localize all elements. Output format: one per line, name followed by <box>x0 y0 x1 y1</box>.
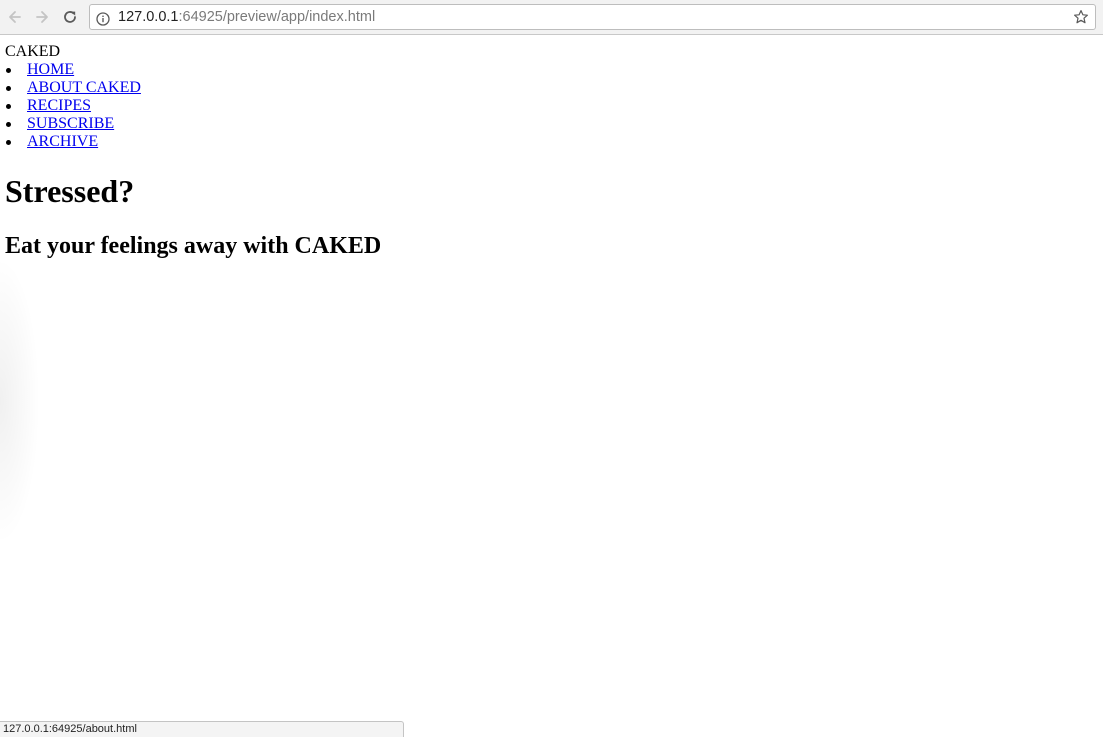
info-icon[interactable] <box>96 10 110 26</box>
url-host: 127.0.0.1 <box>118 9 179 25</box>
bullet-icon <box>6 104 11 109</box>
bullet-icon <box>6 140 11 145</box>
nav-link-home[interactable]: HOME <box>27 61 74 78</box>
url-path: :64925/preview/app/index.html <box>178 9 376 25</box>
nav-link-about[interactable]: ABOUT CAKED <box>27 79 141 96</box>
nav-item-recipes: RECIPES <box>5 97 141 115</box>
nav-item-home: HOME <box>5 61 141 79</box>
page-viewport: CAKED HOME ABOUT CAKED RECIPES SUBSCRIBE… <box>0 36 1103 737</box>
forward-button[interactable] <box>31 6 53 28</box>
address-bar[interactable]: 127.0.0.1:64925/preview/app/index.html <box>89 4 1096 30</box>
bullet-icon <box>6 122 11 127</box>
reload-button[interactable] <box>59 6 81 28</box>
nav-link-subscribe[interactable]: SUBSCRIBE <box>27 115 114 132</box>
bullet-icon <box>6 86 11 91</box>
site-nav: HOME ABOUT CAKED RECIPES SUBSCRIBE ARCHI… <box>5 61 141 151</box>
nav-item-subscribe: SUBSCRIBE <box>5 115 141 133</box>
nav-item-about: ABOUT CAKED <box>5 79 141 97</box>
nav-item-archive: ARCHIVE <box>5 133 141 151</box>
arrow-right-icon <box>34 9 50 25</box>
nav-link-recipes[interactable]: RECIPES <box>27 97 91 114</box>
hero-subtitle: Eat your feelings away with CAKED <box>5 233 382 259</box>
status-bubble: 127.0.0.1:64925/about.html <box>0 721 404 737</box>
url-text: 127.0.0.1:64925/preview/app/index.html <box>118 5 375 29</box>
star-icon[interactable] <box>1073 9 1089 25</box>
bullet-icon <box>6 68 11 73</box>
site-brand: CAKED <box>5 43 61 60</box>
hero-title: Stressed? <box>5 173 135 209</box>
back-button[interactable] <box>4 6 26 28</box>
arrow-left-icon <box>7 9 23 25</box>
nav-link-archive[interactable]: ARCHIVE <box>27 133 98 150</box>
edge-shadow <box>0 256 40 546</box>
reload-icon <box>62 9 78 25</box>
browser-toolbar: 127.0.0.1:64925/preview/app/index.html <box>0 0 1103 35</box>
